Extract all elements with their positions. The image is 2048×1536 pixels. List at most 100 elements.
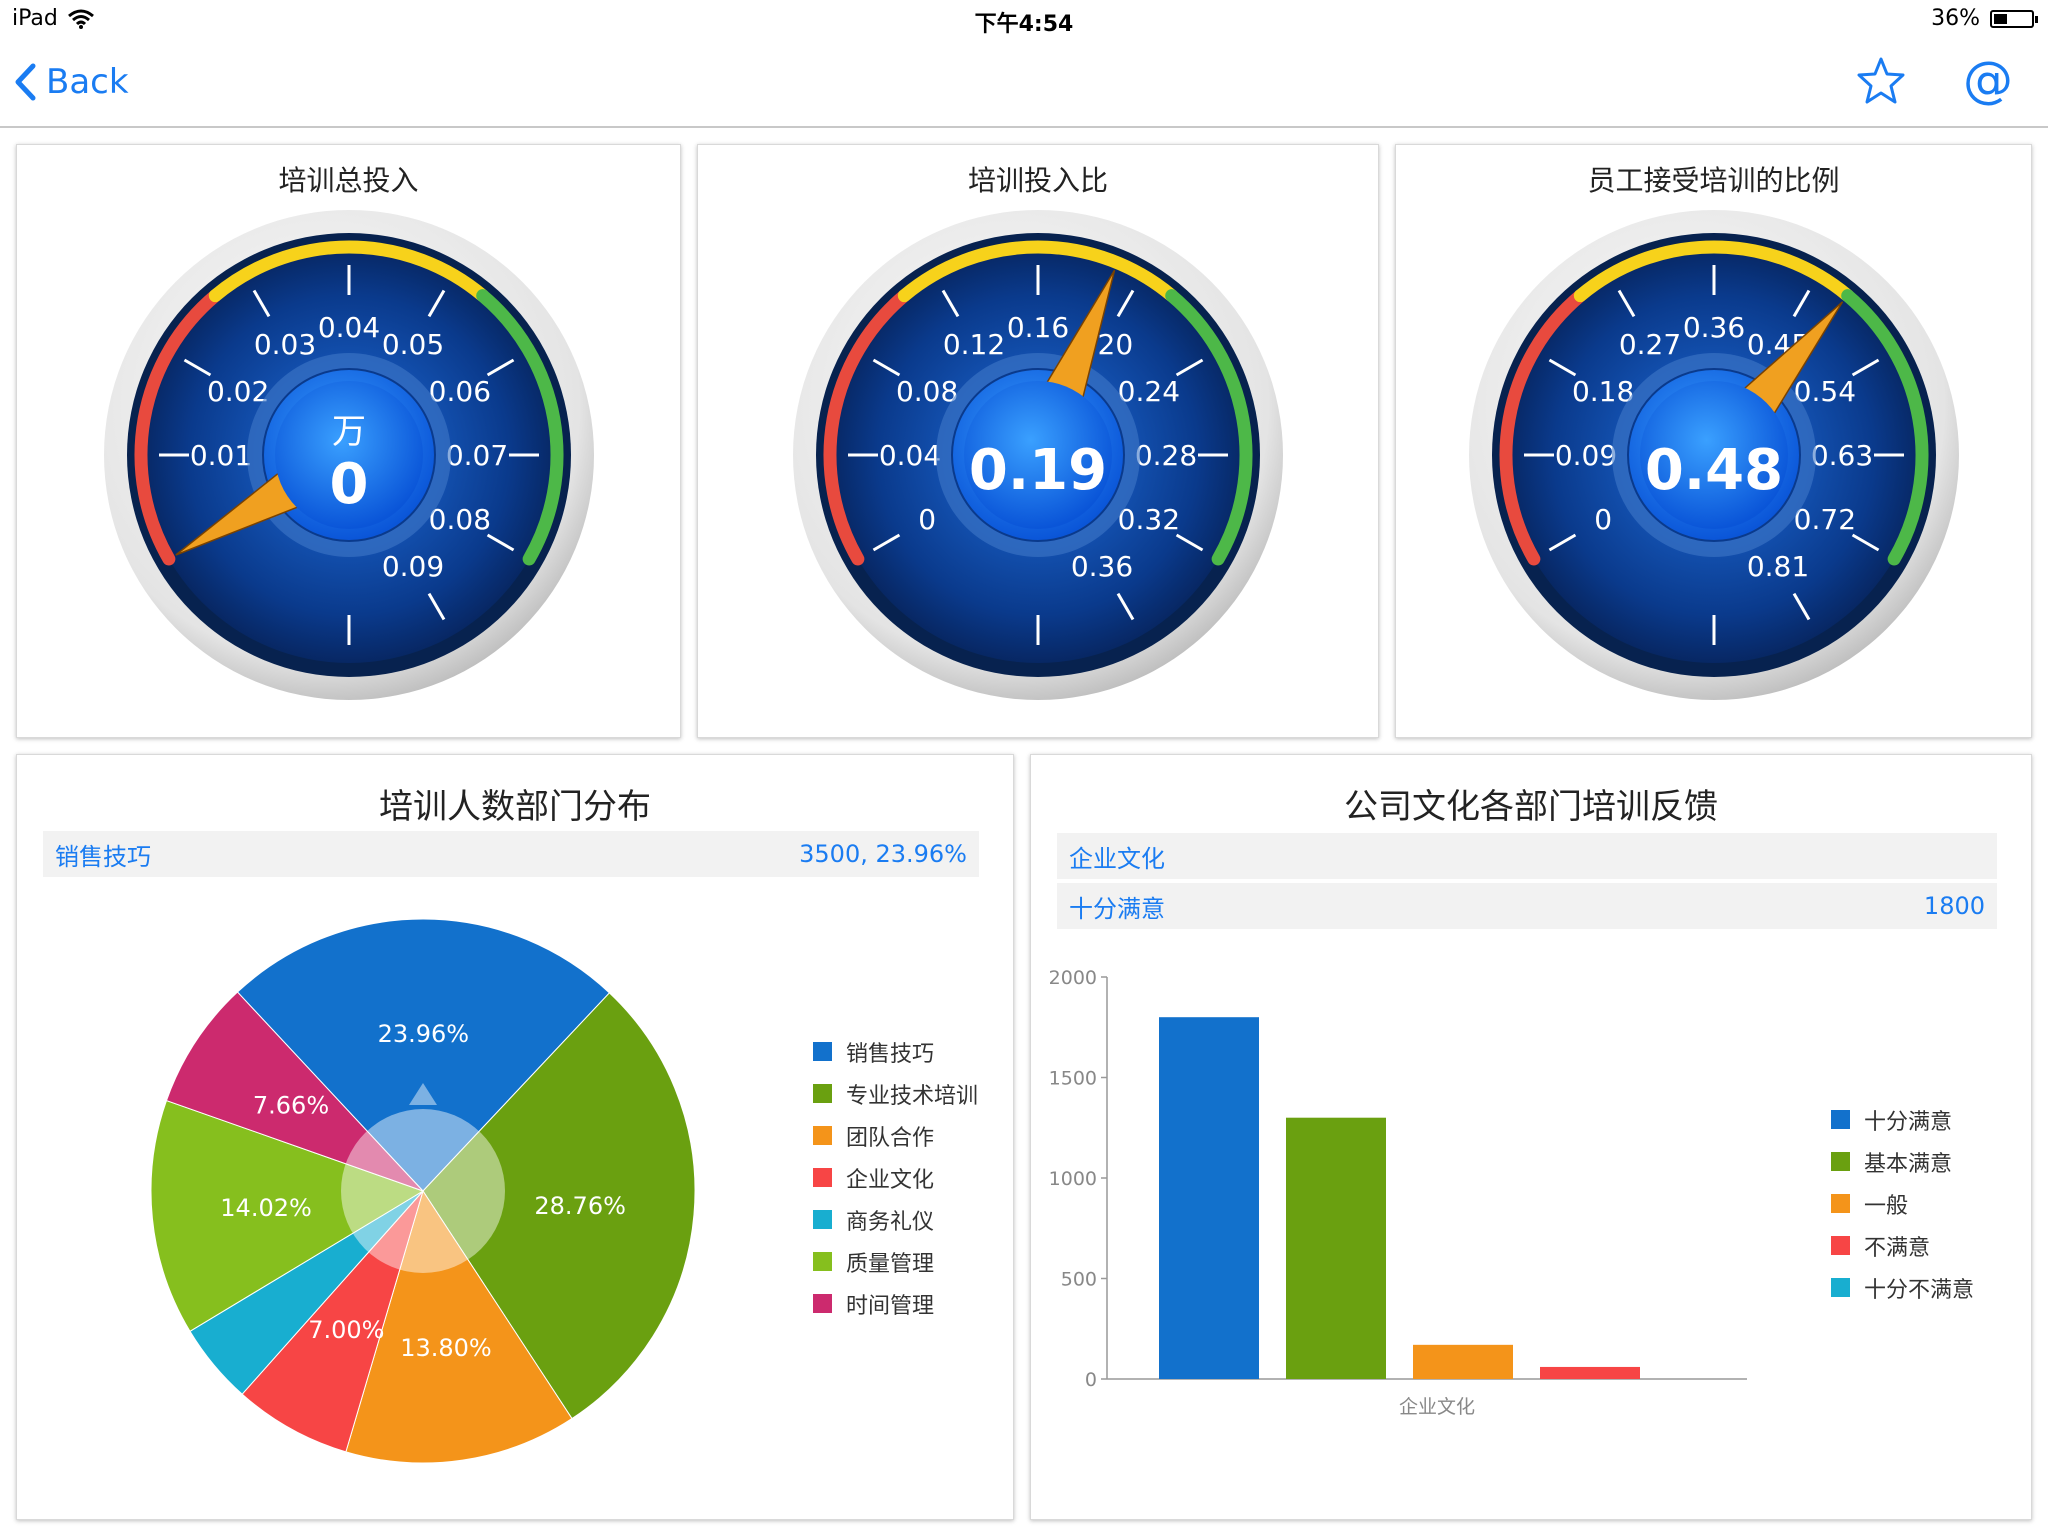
- gauge-tick-label: 0.36: [1071, 550, 1133, 583]
- gauge-value: 0: [329, 452, 368, 517]
- gauge-tick-label: 0.08: [428, 503, 490, 536]
- legend-label: 时间管理: [846, 1293, 935, 1319]
- y-tick-label: 2000: [1049, 967, 1097, 989]
- gauge-tick-label: 0.03: [253, 328, 315, 361]
- gauge-tick-label: 0.07: [445, 439, 507, 472]
- legend-swatch: [1831, 1110, 1850, 1129]
- status-bar: iPad 下午4:54 36%: [0, 0, 2048, 40]
- chevron-left-icon: [15, 63, 36, 101]
- gauge-tick-label: 0.02: [206, 375, 268, 408]
- tooltip-value: 3500, 23.96%: [799, 840, 967, 868]
- gauge-tick-label: 0.08: [896, 375, 958, 408]
- legend-label: 不满意: [1864, 1235, 1931, 1261]
- back-button[interactable]: Back: [14, 62, 129, 102]
- battery-icon: [1990, 9, 2038, 28]
- gauge-tick-label: 0.36: [1682, 311, 1744, 344]
- gauge-title: 培训总投入: [278, 164, 419, 197]
- gauge-tick-label: 0.16: [1007, 311, 1069, 344]
- gauge: 00.040.080.120.160.200.240.280.320.360.1…: [793, 210, 1283, 700]
- legend-label: 十分不满意: [1864, 1277, 1975, 1303]
- gauge-tick-label: 0.09: [1554, 439, 1616, 472]
- gauge: 0.01 0.02 0.030.040.05 0.06 0.07 0.08 0.09 万0: [103, 210, 594, 700]
- svg-text:@: @: [1963, 54, 2013, 109]
- legend-label: 团队合作: [846, 1125, 935, 1151]
- gauge-tick-label: 0.28: [1135, 439, 1197, 472]
- gauge-tick-label: 0.04: [317, 311, 379, 344]
- at-sign-icon[interactable]: @: [1960, 54, 2016, 110]
- back-label: Back: [46, 62, 129, 102]
- gauge-panel-total-investment: 培训总投入 0.01 0.02 0.03 0.04 0.05 0.06 0.07 0.08 0.…: [16, 144, 681, 738]
- gauge-tick-label: 0.18: [1571, 375, 1633, 408]
- gauge-title: 员工接受培训的比例: [1587, 164, 1840, 197]
- pie-slice-label: 7.00%: [308, 1316, 384, 1344]
- gauge-tick-label: 0: [918, 503, 936, 536]
- pie-slice-label: 23.96%: [378, 1020, 470, 1048]
- gauge-tick-label: 0.09: [381, 550, 443, 583]
- legend-item[interactable]: 基本满意: [1831, 1149, 1974, 1177]
- gauge-panel-training-ratio: 员工接受培训的比例 0 0.09 0.18 0.27 0.36 0.45 0.54 0.63 0…: [1395, 144, 2032, 738]
- status-right: 36%: [1931, 6, 2038, 31]
- legend-swatch: [1831, 1152, 1850, 1171]
- battery-level: [1994, 13, 2007, 24]
- legend-item[interactable]: 十分不满意: [1831, 1275, 1974, 1303]
- legend-item[interactable]: 时间管理: [813, 1291, 978, 1319]
- gauge-tick-label: 0.24: [1118, 375, 1180, 408]
- gauge-tick-label: 0: [1594, 503, 1612, 536]
- legend-label: 商务礼仪: [846, 1209, 935, 1235]
- legend-item[interactable]: 不满意: [1831, 1233, 1974, 1261]
- gauge-tick-label: 0.32: [1118, 503, 1180, 536]
- pie-slice-label: 13.80%: [400, 1334, 492, 1362]
- legend-item[interactable]: 团队合作: [813, 1123, 978, 1151]
- legend-swatch: [1831, 1278, 1850, 1297]
- legend-label: 专业技术培训: [846, 1083, 979, 1109]
- tooltip-series: 十分满意: [1069, 894, 1165, 923]
- x-tick-label: 企业文化: [1399, 1396, 1475, 1418]
- legend-item[interactable]: 十分满意: [1831, 1107, 1974, 1135]
- legend-item[interactable]: 一般: [1831, 1191, 1974, 1219]
- gauge-tick-label: 0.81: [1746, 550, 1808, 583]
- legend-swatch: [813, 1210, 832, 1229]
- bar[interactable]: [1540, 1366, 1640, 1379]
- pie-legend: 销售技巧专业技术培训 团队合作企业文化商务礼仪质量管理时间管理: [813, 1039, 978, 1333]
- legend-swatch: [813, 1084, 832, 1103]
- bar[interactable]: [1286, 1117, 1386, 1379]
- gauge-panel-investment-ratio: 培训投入比 0 0.04 0.08 0.12 0.16 0.20 0.24 0.28 0.32 0…: [697, 144, 1379, 738]
- gauge-tick-label: 0.05: [381, 328, 443, 361]
- pie-chart[interactable]: 23.96% 28.76% 13.80% 7.00% 14.02% 7.66%: [127, 905, 727, 1485]
- legend-item[interactable]: 销售技巧: [813, 1039, 978, 1067]
- bar-chart-panel: 公司文化各部门培训反馈 企业文化 十分满意 1800 2000 1500 1000 5…: [1030, 754, 2032, 1520]
- pie-tooltip: 销售技巧 3500, 23.96%: [43, 831, 979, 877]
- gauge-title: 培训投入比: [967, 164, 1108, 197]
- gauge-tick-label: 0.06: [428, 375, 490, 408]
- gauge-value: 0.19: [969, 438, 1107, 503]
- chart-title: 公司文化各部门培训反馈: [1344, 787, 1718, 827]
- legend-item[interactable]: 企业文化: [813, 1165, 978, 1193]
- star-icon[interactable]: [1856, 54, 1906, 108]
- tooltip-category: 企业文化: [1069, 844, 1165, 873]
- bar-chart[interactable]: 2000 1500 1000 500 0 企业文化: [1031, 935, 1831, 1515]
- legend-label: 一般: [1864, 1193, 1909, 1219]
- gauge-tick-label: 0.01: [189, 439, 251, 472]
- battery-percent: 36%: [1931, 6, 1980, 31]
- chart-title: 培训人数部门分布: [379, 787, 651, 827]
- y-tick-label: 500: [1061, 1269, 1097, 1291]
- bar-legend: 十分满意基本满意一般不满意十分不满意: [1831, 1107, 1974, 1317]
- bar-tooltip-category: 企业文化: [1057, 833, 1997, 879]
- legend-swatch: [1831, 1236, 1850, 1255]
- pie-slice-label: 7.66%: [253, 1092, 329, 1120]
- bar[interactable]: [1159, 1017, 1259, 1379]
- bar[interactable]: [1413, 1344, 1513, 1379]
- navigation-bar: Back @: [0, 40, 2048, 128]
- legend-swatch: [813, 1042, 832, 1061]
- gauge-value: 0.48: [1644, 438, 1782, 503]
- gauge-tick-label: 0.63: [1810, 439, 1872, 472]
- legend-label: 十分满意: [1864, 1109, 1953, 1135]
- gauge-unit: 万: [332, 412, 366, 452]
- legend-item[interactable]: 商务礼仪: [813, 1207, 978, 1235]
- legend-label: 质量管理: [846, 1251, 935, 1277]
- pie-slice-label: 28.76%: [534, 1192, 626, 1220]
- legend-label: 销售技巧: [846, 1041, 935, 1067]
- legend-item[interactable]: 质量管理: [813, 1249, 978, 1277]
- legend-item[interactable]: 专业技术培训: [813, 1081, 978, 1109]
- legend-swatch: [813, 1294, 832, 1313]
